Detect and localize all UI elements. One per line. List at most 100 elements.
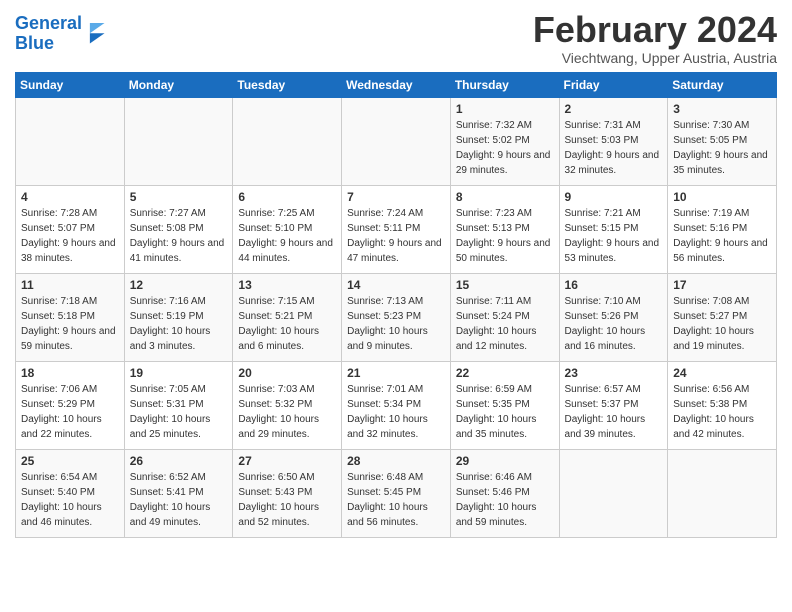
day-number: 2 [565, 102, 663, 116]
location-subtitle: Viechtwang, Upper Austria, Austria [533, 50, 777, 66]
calendar-cell: 21 Sunrise: 7:01 AM Sunset: 5:34 PM Dayl… [342, 361, 451, 449]
logo: General Blue [15, 14, 106, 54]
day-number: 22 [456, 366, 554, 380]
day-info: Sunrise: 6:56 AM Sunset: 5:38 PM Dayligh… [673, 382, 771, 442]
calendar-cell [124, 97, 233, 185]
day-number: 11 [21, 278, 119, 292]
daylight-text: Daylight: 10 hours and 6 minutes. [238, 326, 319, 352]
day-number: 25 [21, 454, 119, 468]
calendar-cell: 20 Sunrise: 7:03 AM Sunset: 5:32 PM Dayl… [233, 361, 342, 449]
weekday-header-tuesday: Tuesday [233, 72, 342, 97]
day-info: Sunrise: 7:28 AM Sunset: 5:07 PM Dayligh… [21, 206, 119, 266]
month-title: February 2024 [533, 10, 777, 50]
sunset-text: Sunset: 5:32 PM [238, 399, 312, 410]
sunrise-text: Sunrise: 6:57 AM [565, 384, 641, 395]
day-number: 15 [456, 278, 554, 292]
calendar-cell: 6 Sunrise: 7:25 AM Sunset: 5:10 PM Dayli… [233, 185, 342, 273]
calendar-week-1: 1 Sunrise: 7:32 AM Sunset: 5:02 PM Dayli… [16, 97, 777, 185]
sunset-text: Sunset: 5:29 PM [21, 399, 95, 410]
weekday-header-thursday: Thursday [450, 72, 559, 97]
logo-icon [84, 23, 106, 45]
sunset-text: Sunset: 5:03 PM [565, 135, 639, 146]
sunset-text: Sunset: 5:10 PM [238, 223, 312, 234]
day-info: Sunrise: 7:19 AM Sunset: 5:16 PM Dayligh… [673, 206, 771, 266]
weekday-header-saturday: Saturday [668, 72, 777, 97]
sunrise-text: Sunrise: 7:03 AM [238, 384, 314, 395]
calendar-cell: 17 Sunrise: 7:08 AM Sunset: 5:27 PM Dayl… [668, 273, 777, 361]
calendar-cell [342, 97, 451, 185]
daylight-text: Daylight: 9 hours and 38 minutes. [21, 238, 116, 264]
calendar-cell: 12 Sunrise: 7:16 AM Sunset: 5:19 PM Dayl… [124, 273, 233, 361]
day-info: Sunrise: 7:13 AM Sunset: 5:23 PM Dayligh… [347, 294, 445, 354]
daylight-text: Daylight: 10 hours and 59 minutes. [456, 502, 537, 528]
daylight-text: Daylight: 10 hours and 49 minutes. [130, 502, 211, 528]
calendar-week-2: 4 Sunrise: 7:28 AM Sunset: 5:07 PM Dayli… [16, 185, 777, 273]
calendar-week-3: 11 Sunrise: 7:18 AM Sunset: 5:18 PM Dayl… [16, 273, 777, 361]
daylight-text: Daylight: 10 hours and 12 minutes. [456, 326, 537, 352]
day-number: 27 [238, 454, 336, 468]
daylight-text: Daylight: 9 hours and 44 minutes. [238, 238, 333, 264]
sunset-text: Sunset: 5:40 PM [21, 487, 95, 498]
day-number: 29 [456, 454, 554, 468]
day-number: 19 [130, 366, 228, 380]
sunset-text: Sunset: 5:19 PM [130, 311, 204, 322]
sunset-text: Sunset: 5:07 PM [21, 223, 95, 234]
day-info: Sunrise: 7:05 AM Sunset: 5:31 PM Dayligh… [130, 382, 228, 442]
sunset-text: Sunset: 5:41 PM [130, 487, 204, 498]
sunset-text: Sunset: 5:24 PM [456, 311, 530, 322]
calendar-cell [233, 97, 342, 185]
day-info: Sunrise: 7:18 AM Sunset: 5:18 PM Dayligh… [21, 294, 119, 354]
weekday-header-friday: Friday [559, 72, 668, 97]
sunrise-text: Sunrise: 7:21 AM [565, 208, 641, 219]
day-info: Sunrise: 7:16 AM Sunset: 5:19 PM Dayligh… [130, 294, 228, 354]
weekday-header-wednesday: Wednesday [342, 72, 451, 97]
day-info: Sunrise: 6:50 AM Sunset: 5:43 PM Dayligh… [238, 470, 336, 530]
daylight-text: Daylight: 10 hours and 16 minutes. [565, 326, 646, 352]
daylight-text: Daylight: 9 hours and 29 minutes. [456, 150, 551, 176]
sunrise-text: Sunrise: 7:30 AM [673, 120, 749, 131]
calendar-cell: 25 Sunrise: 6:54 AM Sunset: 5:40 PM Dayl… [16, 449, 125, 537]
day-info: Sunrise: 6:54 AM Sunset: 5:40 PM Dayligh… [21, 470, 119, 530]
calendar-cell: 23 Sunrise: 6:57 AM Sunset: 5:37 PM Dayl… [559, 361, 668, 449]
daylight-text: Daylight: 10 hours and 56 minutes. [347, 502, 428, 528]
sunset-text: Sunset: 5:02 PM [456, 135, 530, 146]
logo-text: General Blue [15, 14, 82, 54]
daylight-text: Daylight: 10 hours and 42 minutes. [673, 414, 754, 440]
day-number: 5 [130, 190, 228, 204]
sunset-text: Sunset: 5:38 PM [673, 399, 747, 410]
sunrise-text: Sunrise: 7:23 AM [456, 208, 532, 219]
sunset-text: Sunset: 5:35 PM [456, 399, 530, 410]
calendar-cell: 2 Sunrise: 7:31 AM Sunset: 5:03 PM Dayli… [559, 97, 668, 185]
calendar-cell: 7 Sunrise: 7:24 AM Sunset: 5:11 PM Dayli… [342, 185, 451, 273]
calendar-cell: 27 Sunrise: 6:50 AM Sunset: 5:43 PM Dayl… [233, 449, 342, 537]
calendar-cell: 28 Sunrise: 6:48 AM Sunset: 5:45 PM Dayl… [342, 449, 451, 537]
sunset-text: Sunset: 5:11 PM [347, 223, 420, 234]
day-info: Sunrise: 7:06 AM Sunset: 5:29 PM Dayligh… [21, 382, 119, 442]
day-info: Sunrise: 6:48 AM Sunset: 5:45 PM Dayligh… [347, 470, 445, 530]
sunset-text: Sunset: 5:23 PM [347, 311, 421, 322]
sunset-text: Sunset: 5:16 PM [673, 223, 747, 234]
sunrise-text: Sunrise: 7:28 AM [21, 208, 97, 219]
day-number: 13 [238, 278, 336, 292]
day-info: Sunrise: 7:27 AM Sunset: 5:08 PM Dayligh… [130, 206, 228, 266]
day-number: 12 [130, 278, 228, 292]
daylight-text: Daylight: 10 hours and 32 minutes. [347, 414, 428, 440]
daylight-text: Daylight: 10 hours and 22 minutes. [21, 414, 102, 440]
calendar-cell: 11 Sunrise: 7:18 AM Sunset: 5:18 PM Dayl… [16, 273, 125, 361]
day-info: Sunrise: 6:46 AM Sunset: 5:46 PM Dayligh… [456, 470, 554, 530]
day-info: Sunrise: 6:57 AM Sunset: 5:37 PM Dayligh… [565, 382, 663, 442]
day-number: 23 [565, 366, 663, 380]
day-info: Sunrise: 7:15 AM Sunset: 5:21 PM Dayligh… [238, 294, 336, 354]
calendar-cell: 16 Sunrise: 7:10 AM Sunset: 5:26 PM Dayl… [559, 273, 668, 361]
sunrise-text: Sunrise: 7:05 AM [130, 384, 206, 395]
weekday-header-sunday: Sunday [16, 72, 125, 97]
day-number: 8 [456, 190, 554, 204]
day-number: 6 [238, 190, 336, 204]
calendar-cell: 26 Sunrise: 6:52 AM Sunset: 5:41 PM Dayl… [124, 449, 233, 537]
day-info: Sunrise: 7:21 AM Sunset: 5:15 PM Dayligh… [565, 206, 663, 266]
sunrise-text: Sunrise: 7:19 AM [673, 208, 749, 219]
daylight-text: Daylight: 10 hours and 39 minutes. [565, 414, 646, 440]
daylight-text: Daylight: 9 hours and 56 minutes. [673, 238, 768, 264]
daylight-text: Daylight: 10 hours and 25 minutes. [130, 414, 211, 440]
daylight-text: Daylight: 9 hours and 53 minutes. [565, 238, 660, 264]
